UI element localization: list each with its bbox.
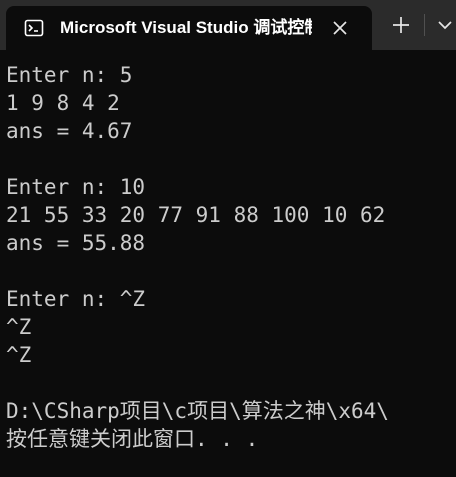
console-line: 1 9 8 4 2 bbox=[6, 91, 120, 115]
console-line: Enter n: 5 bbox=[6, 63, 133, 87]
console-line: Enter n: ^Z bbox=[6, 287, 146, 311]
console-icon bbox=[24, 19, 44, 37]
console-line: ans = 55.88 bbox=[6, 231, 146, 255]
console-line: 按任意键关闭此窗口. . . bbox=[6, 427, 259, 451]
chevron-down-icon[interactable] bbox=[434, 14, 456, 36]
new-tab-button[interactable] bbox=[387, 11, 415, 39]
console-output: Enter n: 5 1 9 8 4 2 ans = 4.67 Enter n:… bbox=[0, 50, 456, 477]
tab-title: Microsoft Visual Studio 调试控制台 bbox=[60, 18, 312, 37]
console-line: ans = 4.67 bbox=[6, 119, 133, 143]
tab-debug-console[interactable]: Microsoft Visual Studio 调试控制台 bbox=[6, 6, 372, 50]
titlebar-divider bbox=[424, 14, 425, 36]
title-bar: Microsoft Visual Studio 调试控制台 bbox=[0, 0, 456, 50]
close-icon[interactable] bbox=[328, 16, 352, 40]
console-line: ^Z bbox=[6, 315, 32, 339]
console-line: Enter n: 10 bbox=[6, 175, 146, 199]
console-line: ^Z bbox=[6, 343, 32, 367]
console-line: 21 55 33 20 77 91 88 100 10 62 bbox=[6, 203, 386, 227]
terminal-window: Microsoft Visual Studio 调试控制台 Enter n: 5… bbox=[0, 0, 456, 477]
console-line: D:\CSharp项目\c项目\算法之神\x64\ bbox=[6, 399, 389, 423]
